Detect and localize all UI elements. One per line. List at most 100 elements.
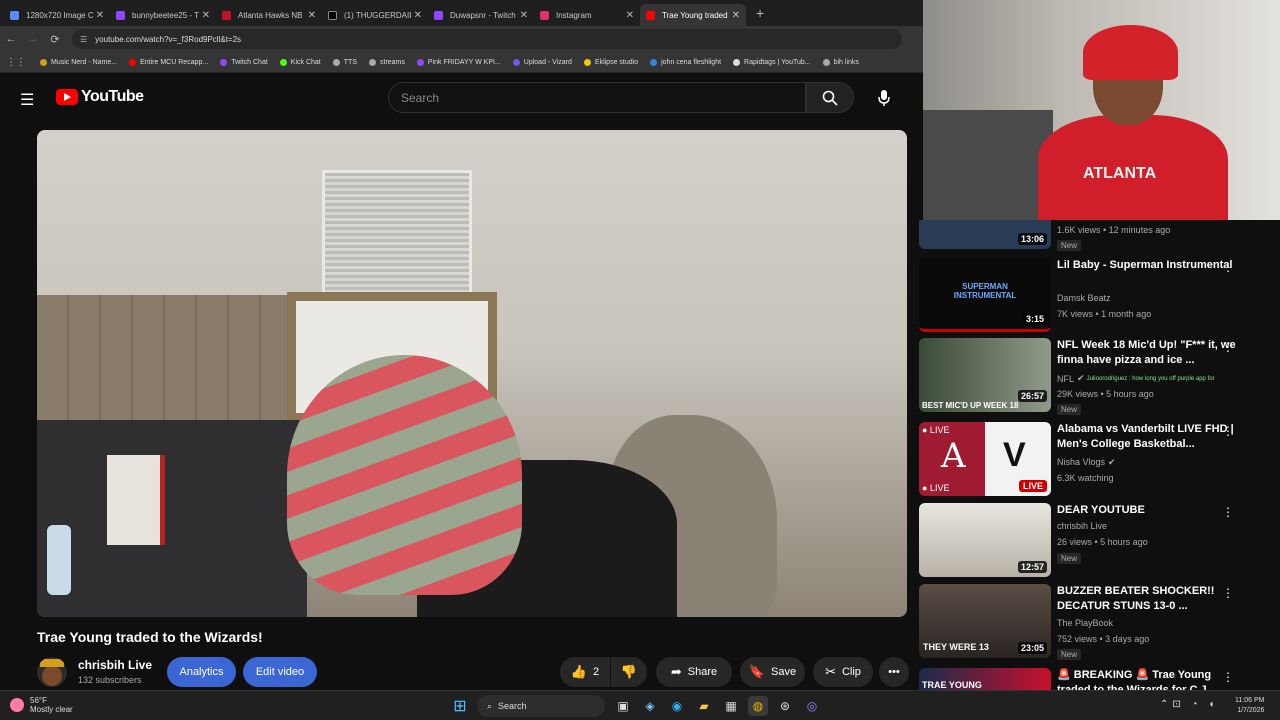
twitch-icon [434, 10, 443, 20]
video-title: Trae Young traded to the Wizards! [37, 629, 263, 645]
chrome-icon[interactable]: ◍ [748, 696, 768, 716]
video-thumbnail[interactable]: SUPERMAN INSTRUMENTAL 3:15 [919, 258, 1051, 332]
back-icon[interactable]: ← [0, 33, 22, 45]
dislike-button[interactable]: 👎 [611, 657, 647, 687]
more-actions-button[interactable]: ••• [879, 657, 909, 687]
close-tab-icon[interactable]: ✕ [520, 10, 528, 21]
tab-youtube-active[interactable]: Trae Young traded ✕ [640, 4, 746, 26]
bookmark-eklipse[interactable]: Eklipse studio [583, 58, 638, 66]
tab-thuggerdaily[interactable]: (1) THUGGERDAIL ✕ [322, 4, 428, 26]
new-tab-icon[interactable]: + [756, 5, 764, 21]
apps-icon[interactable]: ⋮⋮ [6, 57, 26, 68]
bookmark-john-cena[interactable]: john cena fleshlight [650, 58, 721, 66]
bookmarks-bar: ⋮⋮ Music Nerd - Name... Entire MCU Recap… [0, 52, 923, 73]
bookmark-rapidtags[interactable]: Rapidtags | YouTub... [733, 58, 811, 66]
bookmark-favicon-icon [416, 58, 424, 66]
video-thumbnail[interactable]: ● LIVE ● LIVE A V LIVE [919, 422, 1051, 496]
bookmark-vizard[interactable]: Upload - Vizard [512, 58, 572, 66]
more-vert-icon[interactable]: ⋮ [1222, 260, 1234, 274]
video-thumbnail[interactable]: THEY WERE 13 23:05 [919, 584, 1051, 658]
duration-badge: 13:06 [1017, 233, 1047, 245]
bookmark-kick-chat[interactable]: Kick Chat [279, 58, 321, 66]
webcam-background-shelf [923, 110, 1053, 220]
close-tab-icon[interactable]: ✕ [202, 10, 210, 21]
windows-start-icon[interactable]: ⊞ [450, 696, 470, 716]
recommendation-item[interactable]: TRAE YOUNG 🚨 BREAKING 🚨 Trae Young trade… [919, 668, 1280, 690]
video-thumbnail[interactable]: 13:06 [919, 220, 1051, 249]
bookmark-pink-friday[interactable]: Pink FRIDAYY W KPI... [416, 58, 501, 66]
save-button[interactable]: 🔖 Save [740, 657, 805, 687]
bookmark-tts[interactable]: TTS [332, 58, 357, 66]
bookmark-favicon-icon [220, 58, 228, 66]
video-thumbnail[interactable]: TRAE YOUNG [919, 668, 1051, 690]
video-thumbnail[interactable]: 12:57 [919, 503, 1051, 577]
discord-icon[interactable]: ◎ [802, 696, 822, 716]
share-button[interactable]: ➦ Share [656, 657, 732, 687]
site-info-icon[interactable]: ☰ [80, 35, 87, 44]
close-tab-icon[interactable]: ✕ [308, 10, 316, 21]
tab-image-converter[interactable]: 1280x720 Image C ✕ [4, 4, 110, 26]
taskbar-search[interactable]: ⌕ Search [477, 695, 605, 717]
recommendation-item[interactable]: ● LIVE ● LIVE A V LIVE Alabama vs Vander… [919, 422, 1280, 502]
recommendations-sidebar: 13:06 1.6K views • 12 minutes ago New SU… [919, 220, 1280, 690]
menu-icon[interactable]: ☰ [20, 90, 34, 110]
youtube-logo[interactable]: YouTube [56, 88, 144, 106]
obs-icon[interactable]: ⊛ [775, 696, 795, 716]
more-vert-icon[interactable]: ⋮ [1222, 505, 1234, 519]
tab-duwapsnr[interactable]: Duwapsnr - Twitch ✕ [428, 4, 534, 26]
bookmark-streams[interactable]: streams [369, 58, 405, 66]
store-icon[interactable]: ▦ [721, 696, 741, 716]
close-tab-icon[interactable]: ✕ [414, 10, 422, 21]
weather-temp: 56°F [30, 696, 47, 705]
bookmark-music-nerd[interactable]: Music Nerd - Name... [40, 58, 117, 66]
edge-icon[interactable]: ◉ [667, 696, 687, 716]
video-views: 29K views • 5 hours ago [1057, 389, 1154, 399]
reload-icon[interactable]: ⟳ [44, 33, 66, 46]
recommendation-item[interactable]: THEY WERE 13 23:05 BUZZER BEATER SHOCKER… [919, 584, 1280, 664]
tab-bunnybeetee[interactable]: bunnybeetee25 - T ✕ [110, 4, 216, 26]
weather-widget[interactable]: 56°F Mostly clear [10, 696, 73, 714]
bookmark-twitch-chat[interactable]: Twitch Chat [220, 58, 268, 66]
search-button[interactable] [806, 82, 854, 113]
close-tab-icon[interactable]: ✕ [626, 10, 634, 21]
live-badge: LIVE [1018, 480, 1047, 492]
weather-condition: Mostly clear [30, 705, 73, 714]
tab-atlanta-hawks[interactable]: Atlanta Hawks NB ✕ [216, 4, 322, 26]
forward-icon[interactable]: → [22, 33, 44, 45]
windows-taskbar: 56°F Mostly clear ⊞ ⌕ Search ▣ ◈ ◉ ▰ ▦ ◍ … [0, 690, 1280, 720]
recommendation-item[interactable]: BEST MIC'D UP WEEK 18 26:57 NFL Week 18 … [919, 338, 1280, 418]
system-tray-icons[interactable]: ⌃⊡ ◔ ◖ [1160, 699, 1218, 710]
search-input[interactable]: Search [388, 82, 806, 113]
copilot-icon[interactable]: ◈ [640, 696, 660, 716]
alabama-logo-icon: A [941, 436, 966, 476]
more-vert-icon[interactable]: ⋮ [1222, 586, 1234, 600]
share-icon: ➦ [670, 664, 682, 679]
url-field[interactable]: ☰ youtube.com/watch?v=_f3Rod9Pcll&t=2s [72, 29, 902, 49]
task-view-icon[interactable]: ▣ [613, 696, 633, 716]
recommendation-item[interactable]: SUPERMAN INSTRUMENTAL 3:15 Lil Baby - Su… [919, 258, 1280, 338]
analytics-button[interactable]: Analytics [167, 657, 236, 687]
more-vert-icon[interactable]: ⋮ [1222, 670, 1234, 684]
edit-video-button[interactable]: Edit video [243, 657, 317, 687]
taskbar-clock[interactable]: 11:06 PM 1/7/2026 [1235, 696, 1264, 716]
bookmark-mcu-recap[interactable]: Entire MCU Recapp... [129, 58, 208, 66]
recommendation-item[interactable]: 13:06 1.6K views • 12 minutes ago New [919, 220, 1280, 255]
channel-avatar[interactable] [37, 657, 67, 687]
file-explorer-icon[interactable]: ▰ [694, 696, 714, 716]
clip-button[interactable]: ✂ Clip [813, 657, 873, 687]
verified-icon: ✔ [1077, 373, 1085, 383]
search-icon [822, 90, 838, 106]
more-vert-icon[interactable]: ⋮ [1222, 340, 1234, 354]
bookmark-bih-links[interactable]: bih links [822, 58, 859, 66]
video-player[interactable] [37, 130, 907, 617]
voice-search-button[interactable] [870, 82, 898, 113]
more-vert-icon[interactable]: ⋮ [1222, 424, 1234, 438]
like-button[interactable]: 👍 2 [560, 657, 610, 687]
channel-name[interactable]: chrisbih Live [78, 658, 152, 672]
tab-instagram[interactable]: Instagram ✕ [534, 4, 640, 26]
recommendation-item[interactable]: 12:57 DEAR YOUTUBE chrisbih Live 26 view… [919, 503, 1280, 583]
video-thumbnail[interactable]: BEST MIC'D UP WEEK 18 26:57 [919, 338, 1051, 412]
live-indicator: ● LIVE [922, 425, 950, 435]
close-tab-icon[interactable]: ✕ [96, 10, 104, 21]
close-tab-icon[interactable]: ✕ [732, 10, 740, 21]
